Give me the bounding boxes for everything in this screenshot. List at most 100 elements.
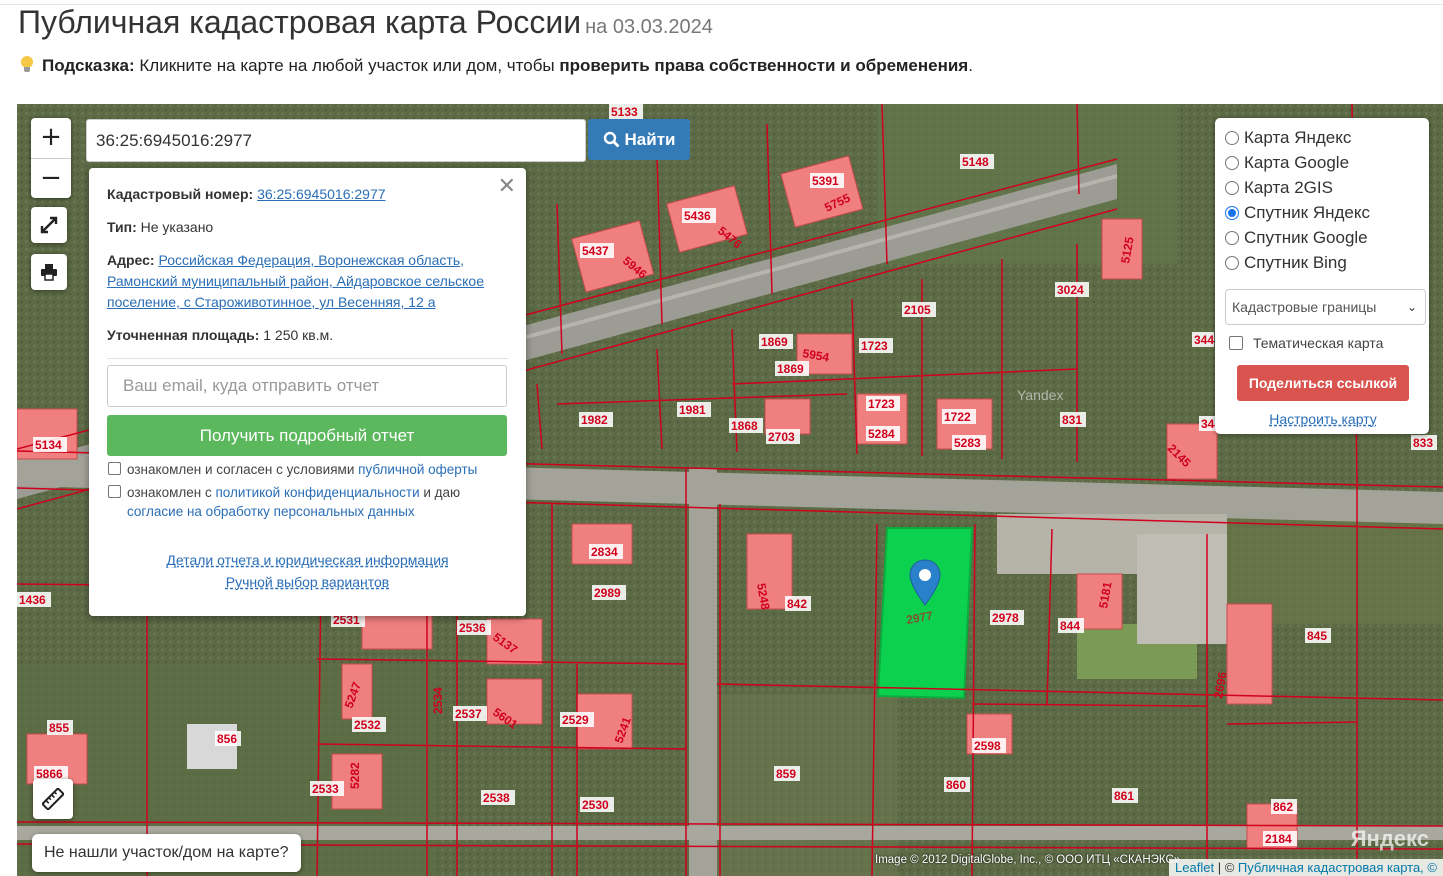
layer-switcher-panel: Карта Яндекс Карта Google Карта 2GIS Спу… [1215, 118, 1429, 434]
svg-text:1981: 1981 [679, 403, 706, 417]
svg-text:1723: 1723 [861, 339, 888, 353]
svg-text:862: 862 [1273, 800, 1293, 814]
privacy-text: ознакомлен с [127, 485, 216, 500]
svg-text:5133: 5133 [611, 105, 638, 119]
address-link[interactable]: Российская Федерация, Воронежская област… [107, 252, 484, 310]
svg-text:844: 844 [1060, 619, 1080, 633]
area-value: 1 250 кв.м. [263, 327, 334, 343]
hint-label: Подсказка: [42, 56, 135, 75]
svg-text:1982: 1982 [581, 413, 608, 427]
layer-label: Карта Google [1244, 152, 1350, 172]
svg-text:2184: 2184 [1265, 832, 1292, 846]
thematic-map-toggle[interactable]: Тематическая карта [1225, 335, 1421, 351]
svg-text:5284: 5284 [868, 427, 895, 441]
svg-text:1436: 1436 [19, 593, 46, 607]
hint-bold-text: проверить права собственности и обремене… [559, 56, 969, 75]
radio-button[interactable] [1225, 155, 1239, 170]
expand-icon [40, 216, 58, 234]
radio-button[interactable] [1225, 255, 1239, 270]
svg-text:2534: 2534 [431, 687, 445, 714]
popup-links: Детали отчета и юридическая информация Р… [107, 549, 508, 593]
svg-text:860: 860 [946, 778, 966, 792]
overlay-select[interactable]: Кадастровые границы ⌄ [1225, 289, 1426, 325]
layer-option-yandex-map[interactable]: Карта Яндекс [1225, 125, 1421, 150]
layer-label: Карта 2GIS [1244, 177, 1333, 197]
fullscreen-button[interactable] [31, 207, 67, 243]
radio-button[interactable] [1225, 180, 1239, 195]
svg-text:3024: 3024 [1057, 283, 1084, 297]
thematic-checkbox[interactable] [1229, 336, 1243, 350]
privacy-checkbox[interactable] [108, 485, 121, 498]
hint-text: Кликните на карте на любой участок или д… [134, 56, 560, 75]
svg-text:1723: 1723 [868, 397, 895, 411]
svg-text:842: 842 [787, 597, 807, 611]
svg-text:2105: 2105 [904, 303, 931, 317]
get-report-button[interactable]: Получить подробный отчет [107, 415, 507, 456]
cadastral-number-row: Кадастровый номер: 36:25:6945016:2977 [107, 184, 508, 205]
area-row: Уточненная площадь: 1 250 кв.м. [107, 325, 508, 346]
layer-option-bing-satellite[interactable]: Спутник Bing [1225, 250, 1421, 275]
svg-text:2598: 2598 [974, 739, 1001, 753]
configure-map-link[interactable]: Настроить карту [1225, 411, 1421, 427]
svg-text:5283: 5283 [954, 436, 981, 450]
privacy-policy-link[interactable]: политикой конфиденциальности [215, 485, 419, 500]
svg-text:1869: 1869 [777, 362, 804, 376]
radio-button[interactable] [1225, 230, 1239, 245]
lightbulb-icon [20, 56, 34, 74]
offer-link[interactable]: публичной оферты [358, 462, 477, 477]
svg-text:344: 344 [1194, 333, 1214, 347]
report-details-link[interactable]: Детали отчета и юридическая информация [107, 549, 508, 571]
map-marker-icon[interactable] [908, 559, 942, 612]
not-found-button[interactable]: Не нашли участок/дом на карте? [32, 834, 301, 872]
manual-selection-link[interactable]: Ручной выбор вариантов [107, 571, 508, 593]
svg-text:5391: 5391 [812, 174, 839, 188]
svg-text:2529: 2529 [562, 713, 589, 727]
svg-text:833: 833 [1413, 436, 1433, 450]
ruler-button[interactable] [33, 779, 73, 819]
address-label: Адрес: [107, 252, 155, 268]
svg-text:861: 861 [1114, 789, 1134, 803]
offer-agreement: ознакомлен и согласен с условиями публич… [107, 460, 508, 479]
search-icon [603, 131, 620, 148]
svg-text:5436: 5436 [684, 209, 711, 223]
svg-text:2978: 2978 [992, 611, 1019, 625]
thematic-label: Тематическая карта [1253, 335, 1384, 351]
cadastral-search-input[interactable]: 36:25:6945016:2977 [86, 119, 586, 162]
hint-end: . [968, 56, 973, 75]
cadastral-map-link[interactable]: Публичная кадастровая карта, © [1238, 860, 1437, 875]
print-button[interactable] [31, 254, 67, 290]
cadastral-label: Кадастровый номер: [107, 186, 254, 202]
svg-text:5282: 5282 [348, 762, 362, 789]
radio-button[interactable] [1225, 130, 1239, 145]
close-icon[interactable]: ✕ [498, 176, 516, 198]
layer-option-2gis-map[interactable]: Карта 2GIS [1225, 175, 1421, 200]
radio-button-selected[interactable] [1225, 205, 1239, 220]
consent-link[interactable]: согласие на обработку персональных данны… [127, 504, 415, 519]
cadastral-number-link[interactable]: 36:25:6945016:2977 [257, 186, 385, 202]
search-button[interactable]: Найти [588, 119, 690, 160]
layer-option-google-map[interactable]: Карта Google [1225, 150, 1421, 175]
offer-checkbox[interactable] [108, 462, 121, 475]
svg-text:831: 831 [1062, 413, 1082, 427]
address-row: Адрес: Российская Федерация, Воронежская… [107, 250, 508, 313]
email-field[interactable]: Ваш email, куда отправить отчет [107, 365, 507, 407]
svg-text:2536: 2536 [459, 621, 486, 635]
svg-text:1868: 1868 [731, 419, 758, 433]
cadastral-map[interactable]: 5133 5148 5391 5436 5437 3024 2105 1869 … [17, 104, 1443, 876]
svg-text:5148: 5148 [962, 155, 989, 169]
svg-text:2834: 2834 [591, 545, 618, 559]
share-link-button[interactable]: Поделиться ссылкой [1237, 365, 1409, 401]
print-icon [41, 264, 57, 281]
type-label: Тип: [107, 219, 137, 235]
layer-label: Спутник Bing [1244, 252, 1347, 272]
leaflet-link[interactable]: Leaflet [1175, 860, 1214, 875]
svg-text:2532: 2532 [354, 718, 381, 732]
layer-option-google-satellite[interactable]: Спутник Google [1225, 225, 1421, 250]
svg-text:2989: 2989 [594, 586, 621, 600]
svg-text:5134: 5134 [35, 438, 62, 452]
layer-option-yandex-satellite[interactable]: Спутник Яндекс [1225, 200, 1421, 225]
popup-divider [107, 358, 508, 359]
zoom-in-button[interactable]: + [31, 118, 71, 158]
zoom-out-button[interactable]: − [31, 158, 71, 198]
area-label: Уточненная площадь: [107, 327, 260, 343]
